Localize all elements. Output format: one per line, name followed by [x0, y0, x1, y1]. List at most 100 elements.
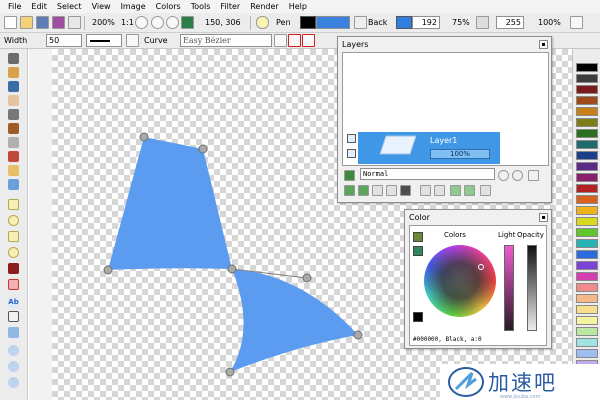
gradient-tool-icon[interactable] — [8, 165, 19, 176]
pen-color-swatch[interactable] — [300, 16, 316, 29]
menu-view[interactable]: View — [92, 2, 111, 11]
move-layer-up-icon[interactable] — [450, 185, 461, 196]
pen-color-dropdown[interactable] — [316, 16, 350, 29]
curve-type-dropdown[interactable]: Easy Bézier — [180, 34, 272, 47]
palette-swatch[interactable] — [576, 217, 598, 226]
palette-swatch[interactable] — [576, 349, 598, 358]
open-folder-icon[interactable] — [20, 16, 33, 29]
layers-panel-close-icon[interactable]: ▪ — [539, 40, 548, 49]
palette-swatch[interactable] — [576, 228, 598, 237]
text-tool-icon[interactable] — [8, 109, 19, 120]
text-ab-icon[interactable]: Ab — [8, 297, 19, 308]
palette-swatch[interactable] — [576, 327, 598, 336]
duplicate-layer-icon[interactable] — [358, 185, 369, 196]
color-wheel[interactable] — [424, 245, 496, 317]
print-icon[interactable] — [68, 16, 81, 29]
palette-swatch[interactable] — [576, 162, 598, 171]
palette-swatch[interactable] — [576, 107, 598, 116]
layer-tool-icon[interactable] — [8, 327, 19, 338]
menu-edit[interactable]: Edit — [31, 2, 47, 11]
palette-swatch[interactable] — [576, 63, 598, 72]
palette-swatch[interactable] — [576, 184, 598, 193]
palette-swatch[interactable] — [576, 294, 598, 303]
star-tool-icon[interactable] — [8, 247, 19, 258]
control-handle[interactable] — [302, 273, 312, 283]
pen-color-indicator[interactable] — [413, 232, 423, 242]
back-value-field[interactable]: 192 — [412, 16, 440, 29]
zoom-out-icon[interactable] — [151, 16, 164, 29]
brush-tool-icon[interactable] — [8, 123, 19, 134]
menu-colors[interactable]: Colors — [156, 2, 181, 11]
pointer-tool-icon[interactable] — [8, 53, 19, 64]
layer-row-selected[interactable]: Layer1 100% — [358, 132, 500, 164]
palette-swatch[interactable] — [576, 261, 598, 270]
delete-layer-icon[interactable] — [434, 185, 445, 196]
effects-tool-icon[interactable] — [8, 345, 19, 356]
settings-icon[interactable] — [570, 16, 583, 29]
layer-effects-icon[interactable] — [480, 185, 491, 196]
menu-filter[interactable]: Filter — [220, 2, 240, 11]
palette-swatch[interactable] — [576, 305, 598, 314]
render-tool-icon[interactable] — [8, 377, 19, 388]
anchor-point[interactable] — [353, 330, 363, 340]
layer-options-icon[interactable] — [528, 170, 539, 181]
anchor-point[interactable] — [139, 132, 149, 142]
anchor-point[interactable] — [198, 144, 208, 154]
anchor-point[interactable] — [227, 264, 237, 274]
black-color-indicator[interactable] — [413, 312, 423, 322]
menu-render[interactable]: Render — [250, 2, 278, 11]
opacity-slider[interactable] — [527, 245, 537, 331]
select-tool-icon[interactable] — [8, 179, 19, 190]
palette-swatch[interactable] — [576, 140, 598, 149]
back-color-swatch[interactable] — [396, 16, 412, 29]
width-field[interactable]: 50 — [46, 34, 82, 47]
zoom-in-layer-icon[interactable] — [498, 170, 509, 181]
polygon-tool-icon[interactable] — [8, 231, 19, 242]
fill-tool-icon[interactable] — [8, 137, 19, 148]
palette-swatch[interactable] — [576, 272, 598, 281]
palette-swatch[interactable] — [576, 96, 598, 105]
curve-tool-icon[interactable] — [126, 34, 139, 47]
layer-mask-icon[interactable] — [420, 185, 431, 196]
swap-colors-icon[interactable] — [354, 16, 367, 29]
pencil-tool-icon[interactable] — [8, 81, 19, 92]
node-remove-icon[interactable] — [302, 34, 315, 47]
palette-swatch[interactable] — [576, 250, 598, 259]
transparency-icon[interactable] — [476, 16, 489, 29]
palette-swatch[interactable] — [576, 129, 598, 138]
zoom-fit-icon[interactable] — [166, 16, 179, 29]
line-style-dropdown[interactable] — [86, 34, 122, 47]
color-panel-close-icon[interactable]: ▪ — [539, 213, 548, 222]
stamp-tool-icon[interactable] — [8, 151, 19, 162]
node-add-icon[interactable] — [288, 34, 301, 47]
move-layer-down-icon[interactable] — [464, 185, 475, 196]
alpha-value-field[interactable]: 255 — [496, 16, 524, 29]
eraser-tool-icon[interactable] — [8, 95, 19, 106]
palette-swatch[interactable] — [576, 283, 598, 292]
node-edit-icon[interactable] — [274, 34, 287, 47]
palette-swatch[interactable] — [576, 206, 598, 215]
anchor-point[interactable] — [103, 265, 113, 275]
light-slider[interactable] — [504, 245, 514, 331]
color-wheel-marker[interactable] — [478, 264, 484, 270]
palette-swatch[interactable] — [576, 316, 598, 325]
layer-lock-checkbox[interactable] — [347, 149, 356, 158]
palette-swatch[interactable] — [576, 118, 598, 127]
rectangle-tool-icon[interactable] — [8, 199, 19, 210]
palette-swatch[interactable] — [576, 85, 598, 94]
save-as-icon[interactable] — [52, 16, 65, 29]
blue-shape-lower[interactable] — [230, 269, 358, 372]
zoom-ratio-button[interactable]: 1:1 — [121, 18, 134, 27]
layer-visible-checkbox[interactable] — [347, 134, 356, 143]
new-layer-icon[interactable] — [344, 185, 355, 196]
layer-mode-icon[interactable] — [344, 170, 355, 181]
palette-swatch[interactable] — [576, 239, 598, 248]
palette-swatch[interactable] — [576, 74, 598, 83]
blue-shape-upper[interactable] — [108, 137, 232, 270]
flatten-layer-icon[interactable] — [400, 185, 411, 196]
comment-icon[interactable] — [256, 16, 269, 29]
save-icon[interactable] — [36, 16, 49, 29]
anchor-point[interactable] — [225, 367, 235, 377]
palette-tool-icon[interactable] — [8, 279, 19, 290]
palette-swatch[interactable] — [576, 173, 598, 182]
